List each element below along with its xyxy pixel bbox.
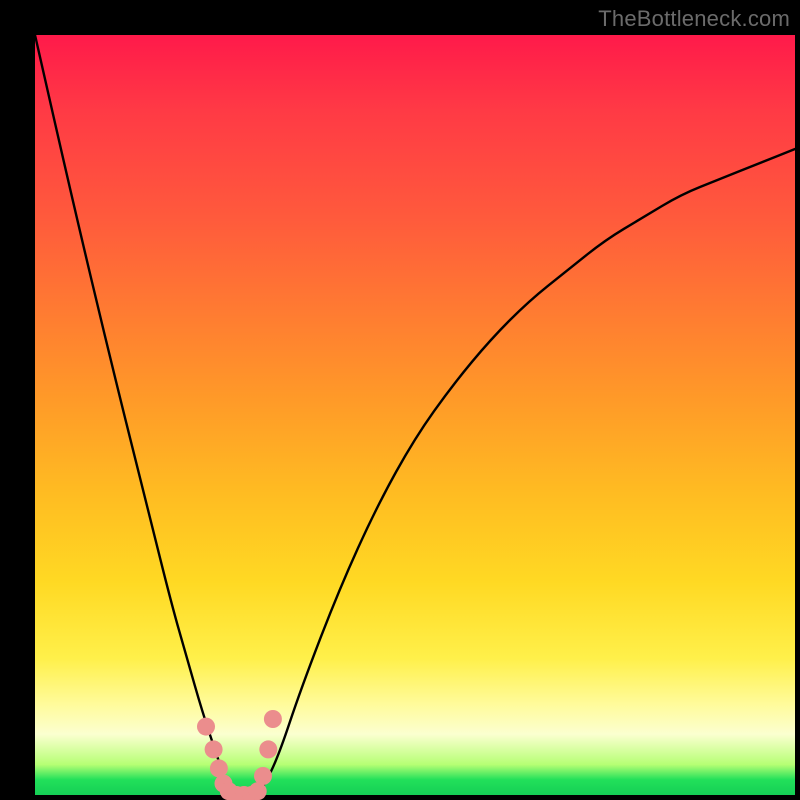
chart-frame: TheBottleneck.com (0, 0, 800, 800)
curve-layer (35, 35, 795, 795)
trough-markers (197, 710, 282, 800)
trough-marker (254, 767, 272, 785)
trough-marker (264, 710, 282, 728)
trough-marker (205, 740, 223, 758)
bottleneck-curve-path (35, 35, 795, 795)
watermark-text: TheBottleneck.com (598, 6, 790, 32)
bottleneck-curve (35, 35, 795, 795)
trough-marker (197, 718, 215, 736)
trough-marker (210, 759, 228, 777)
plot-area (35, 35, 795, 795)
trough-marker (259, 740, 277, 758)
